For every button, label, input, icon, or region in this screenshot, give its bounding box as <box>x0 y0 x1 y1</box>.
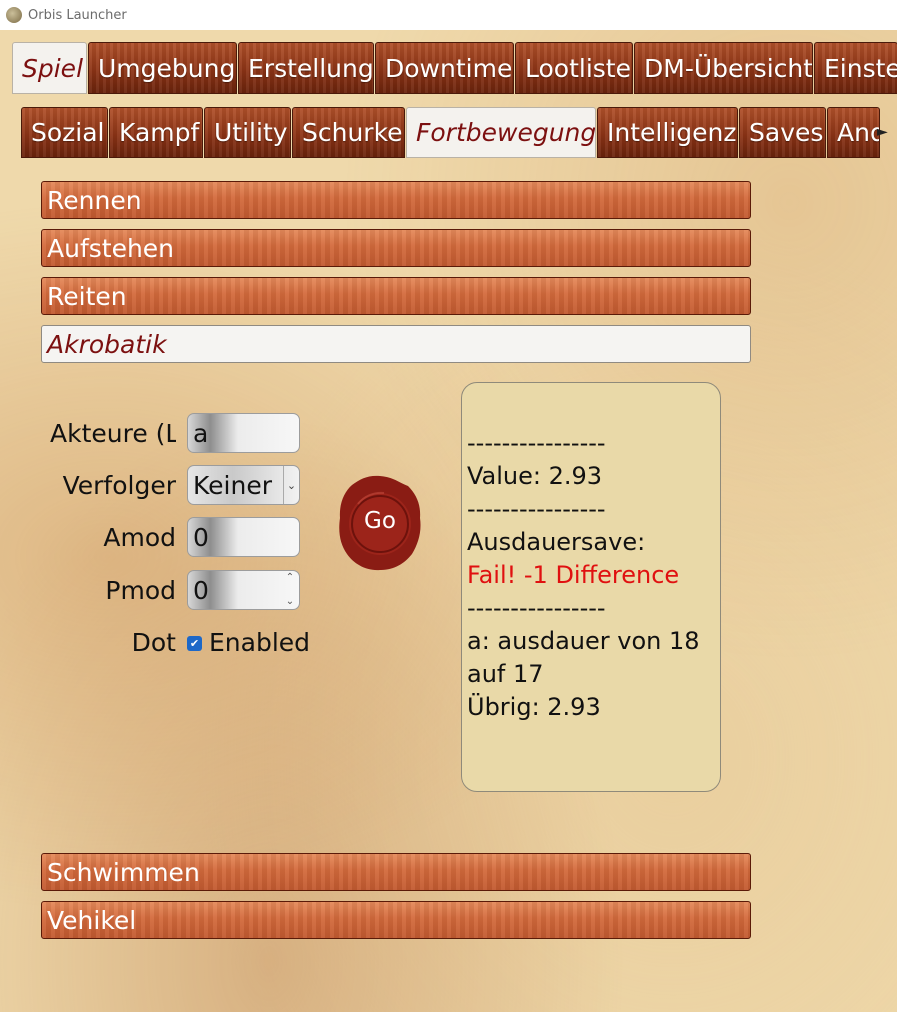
tab-intelligenz[interactable]: Intelligenz <box>597 107 738 158</box>
tab-label: Utility <box>214 118 288 147</box>
tab-label: Schurke <box>302 118 403 147</box>
tab-label: Downtime <box>385 53 513 83</box>
stepper-arrows-icon[interactable]: ⌃ ⌄ <box>284 573 296 607</box>
tab-sozial[interactable]: Sozial <box>21 107 108 158</box>
pmod-value: 0 <box>193 575 209 605</box>
output-line: ---------------- <box>467 429 606 457</box>
pursuer-label: Verfolger <box>62 471 176 500</box>
tab-erstellung[interactable]: Erstellung <box>238 42 374 94</box>
output-line-error: Fail! -1 Difference <box>467 561 680 589</box>
actors-value: a <box>193 418 209 448</box>
window-title: Orbis Launcher <box>28 7 127 23</box>
tab-dm-uebersicht[interactable]: DM-Übersicht <box>634 42 813 94</box>
section-label: Schwimmen <box>47 857 200 887</box>
go-button-label: Go <box>364 508 396 534</box>
tab-downtime[interactable]: Downtime <box>375 42 514 94</box>
tab-fortbewegung[interactable]: Fortbewegung <box>406 107 596 158</box>
title-bar: Orbis Launcher <box>0 0 897 30</box>
section-rennen[interactable]: Rennen <box>41 181 751 219</box>
tab-label: Spiel <box>22 53 84 83</box>
output-line: a: ausdauer von 18 <box>467 627 700 655</box>
output-line: Value: 2.93 <box>467 462 603 490</box>
tab-label: Intelligenz <box>607 118 737 147</box>
dot-checkbox[interactable]: ✔ <box>187 636 202 651</box>
pursuer-value: Keiner <box>193 470 272 500</box>
pmod-label: Pmod <box>105 576 176 605</box>
section-label: Reiten <box>47 281 127 311</box>
tab-label: DM-Übersicht <box>644 53 813 83</box>
section-reiten[interactable]: Reiten <box>41 277 751 315</box>
tab-andere[interactable]: Ande <box>827 107 880 158</box>
actors-input[interactable]: a <box>187 413 300 453</box>
tab-schurke[interactable]: Schurke <box>292 107 405 158</box>
amod-value: 0 <box>193 522 209 552</box>
section-akrobatik[interactable]: Akrobatik <box>41 325 751 363</box>
output-line: auf 17 <box>467 660 544 688</box>
tab-einstellungen[interactable]: Einstel <box>814 42 897 94</box>
checkmark-icon: ✔ <box>189 637 200 650</box>
section-label: Rennen <box>47 185 142 215</box>
tab-label: Einstel <box>824 53 897 83</box>
output-line: ---------------- <box>467 495 606 523</box>
tab-lootliste[interactable]: Lootliste <box>515 42 633 94</box>
result-output-panel: ---------------- Value: 2.93 -----------… <box>461 382 721 792</box>
category-tab-bar: Sozial Kampf Utility Schurke Fortbewegun… <box>21 107 881 158</box>
amod-input[interactable]: 0 <box>187 517 300 557</box>
dot-checkbox-label: Enabled <box>209 628 311 657</box>
tab-umgebung[interactable]: Umgebung <box>88 42 237 94</box>
tab-saves[interactable]: Saves <box>739 107 826 158</box>
tab-label: Erstellung <box>248 53 374 83</box>
section-aufstehen[interactable]: Aufstehen <box>41 229 751 267</box>
output-line: Übrig: 2.93 <box>467 693 601 721</box>
tab-spiel[interactable]: Spiel <box>12 42 87 94</box>
section-schwimmen[interactable]: Schwimmen <box>41 853 751 891</box>
tab-label: Lootliste <box>525 53 631 83</box>
amod-label: Amod <box>103 523 176 552</box>
tab-label: Umgebung <box>98 53 236 83</box>
section-label: Vehikel <box>47 905 137 935</box>
output-line: ---------------- <box>467 594 606 622</box>
main-tab-bar: Spiel Umgebung Erstellung Downtime Lootl… <box>12 42 897 94</box>
tab-label: Sozial <box>31 118 105 147</box>
pmod-stepper[interactable]: 0 ⌃ ⌄ <box>187 570 300 610</box>
dot-label: Dot <box>131 628 176 657</box>
tab-label: Saves <box>749 118 824 147</box>
section-label: Akrobatik <box>47 329 167 359</box>
tab-label: Ande <box>837 118 879 147</box>
tab-utility[interactable]: Utility <box>204 107 291 158</box>
actors-label: Akteure (L <box>50 419 176 448</box>
chevron-down-icon: ⌄ <box>283 466 299 504</box>
pursuer-select[interactable]: Keiner ⌄ <box>187 465 300 505</box>
output-line: Ausdauersave: <box>467 528 646 556</box>
tab-label: Fortbewegung <box>416 118 596 147</box>
section-label: Aufstehen <box>47 233 175 263</box>
section-vehikel[interactable]: Vehikel <box>41 901 751 939</box>
tab-label: Kampf <box>119 118 200 147</box>
tab-scroll-right-icon[interactable]: ► <box>877 122 897 142</box>
orbis-app-icon <box>6 7 22 23</box>
tab-kampf[interactable]: Kampf <box>109 107 203 158</box>
